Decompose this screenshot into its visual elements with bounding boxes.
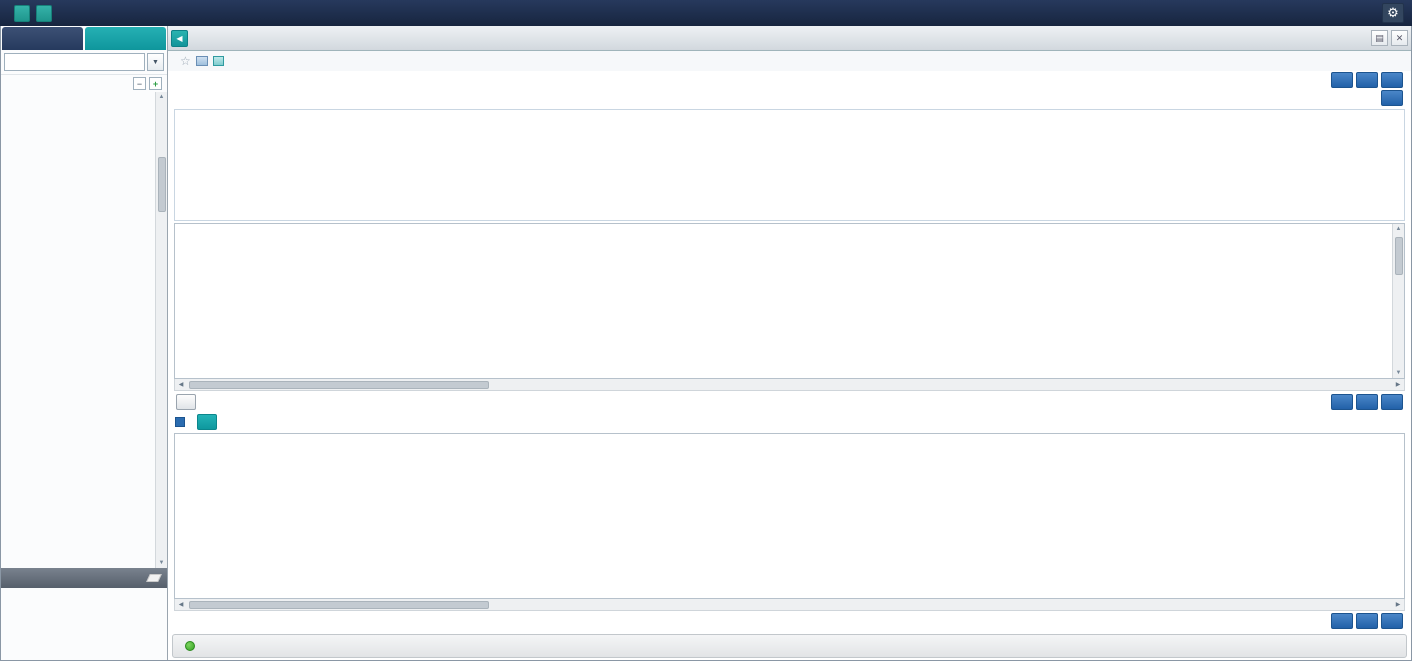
new-window-icon[interactable] xyxy=(213,56,224,66)
grid1-vertical-scrollbar[interactable]: ▲ ▼ xyxy=(1392,224,1404,378)
status-success-icon xyxy=(185,641,195,651)
scroll-right-icon[interactable]: ▶ xyxy=(1392,601,1404,608)
grid2-delete-row-button[interactable] xyxy=(1356,613,1378,629)
sidebar-tab-favorites[interactable] xyxy=(85,27,166,50)
income-grid: ▲ ▼ xyxy=(174,223,1405,379)
tab-list-icon[interactable]: ▤ xyxy=(1371,30,1388,46)
scroll-up-icon[interactable]: ▲ xyxy=(159,92,165,102)
scroll-right-icon[interactable]: ▶ xyxy=(1392,381,1404,388)
extend-time-button[interactable] xyxy=(14,5,30,22)
grid1-add-row-button[interactable] xyxy=(1331,394,1353,410)
section-icon xyxy=(175,417,185,427)
evidence-grid-empty-area xyxy=(175,434,1404,598)
tab-scroll-left-icon[interactable]: ◀ xyxy=(171,30,188,47)
grid1-horizontal-scrollbar[interactable]: ◀ ▶ xyxy=(174,379,1405,391)
document-tab-bar: ◀ ▤ ✕ xyxy=(168,26,1411,51)
income-grid-table-wrap xyxy=(175,224,1392,378)
scroll-thumb[interactable] xyxy=(1395,237,1403,275)
sidebar: ▼ − + ▲ ▼ xyxy=(1,26,168,660)
invoice-merge-button[interactable] xyxy=(176,394,196,410)
settings-gear-icon[interactable]: ⚙ xyxy=(1382,3,1404,23)
menu-tree xyxy=(1,92,155,568)
expand-all-icon[interactable]: + xyxy=(149,77,162,90)
scroll-thumb[interactable] xyxy=(189,381,489,389)
grid1-cancel-button[interactable] xyxy=(1381,394,1403,410)
top-bar: ⚙ xyxy=(0,0,1412,26)
clear-recent-icon[interactable] xyxy=(146,574,162,582)
chevron-down-icon[interactable]: ▼ xyxy=(147,53,164,71)
save-button[interactable] xyxy=(1381,72,1403,88)
search-button[interactable] xyxy=(1331,72,1353,88)
sidebar-tab-menu[interactable] xyxy=(2,27,83,50)
reset-button[interactable] xyxy=(1356,72,1378,88)
monitor-icon[interactable] xyxy=(196,56,208,66)
grid2-add-row-button[interactable] xyxy=(1331,613,1353,629)
scroll-left-icon[interactable]: ◀ xyxy=(175,381,187,388)
scroll-down-icon[interactable]: ▼ xyxy=(159,558,165,568)
tax-invoice-button[interactable] xyxy=(197,414,217,430)
app-window: ▼ − + ▲ ▼ ◀ ▤ ✕ xyxy=(0,26,1412,661)
scroll-thumb[interactable] xyxy=(189,601,489,609)
collapse-all-icon[interactable]: − xyxy=(133,77,146,90)
evidence-grid xyxy=(174,433,1405,599)
close-tab-icon[interactable]: ✕ xyxy=(1391,30,1408,46)
grid2-horizontal-scrollbar[interactable]: ◀ ▶ xyxy=(174,599,1405,611)
main-area: ◀ ▤ ✕ ☆ ▲ ▼ xyxy=(168,26,1411,660)
recent-work-header[interactable] xyxy=(1,568,167,588)
scroll-down-icon[interactable]: ▼ xyxy=(1396,368,1402,378)
sidebar-scrollbar[interactable]: ▲ ▼ xyxy=(155,92,167,568)
e-approval-button[interactable] xyxy=(1381,90,1403,106)
favorite-star-icon[interactable]: ☆ xyxy=(180,54,191,68)
grid1-delete-row-button[interactable] xyxy=(1356,394,1378,410)
recent-list xyxy=(1,588,167,660)
grid2-cancel-button[interactable] xyxy=(1381,613,1403,629)
status-bar xyxy=(172,634,1407,658)
scroll-left-icon[interactable]: ◀ xyxy=(175,601,187,608)
logout-button[interactable] xyxy=(36,5,52,22)
scroll-thumb[interactable] xyxy=(158,157,166,212)
menu-search-input[interactable] xyxy=(4,53,145,71)
filter-form xyxy=(174,109,1405,221)
scroll-up-icon[interactable]: ▲ xyxy=(1396,224,1402,234)
